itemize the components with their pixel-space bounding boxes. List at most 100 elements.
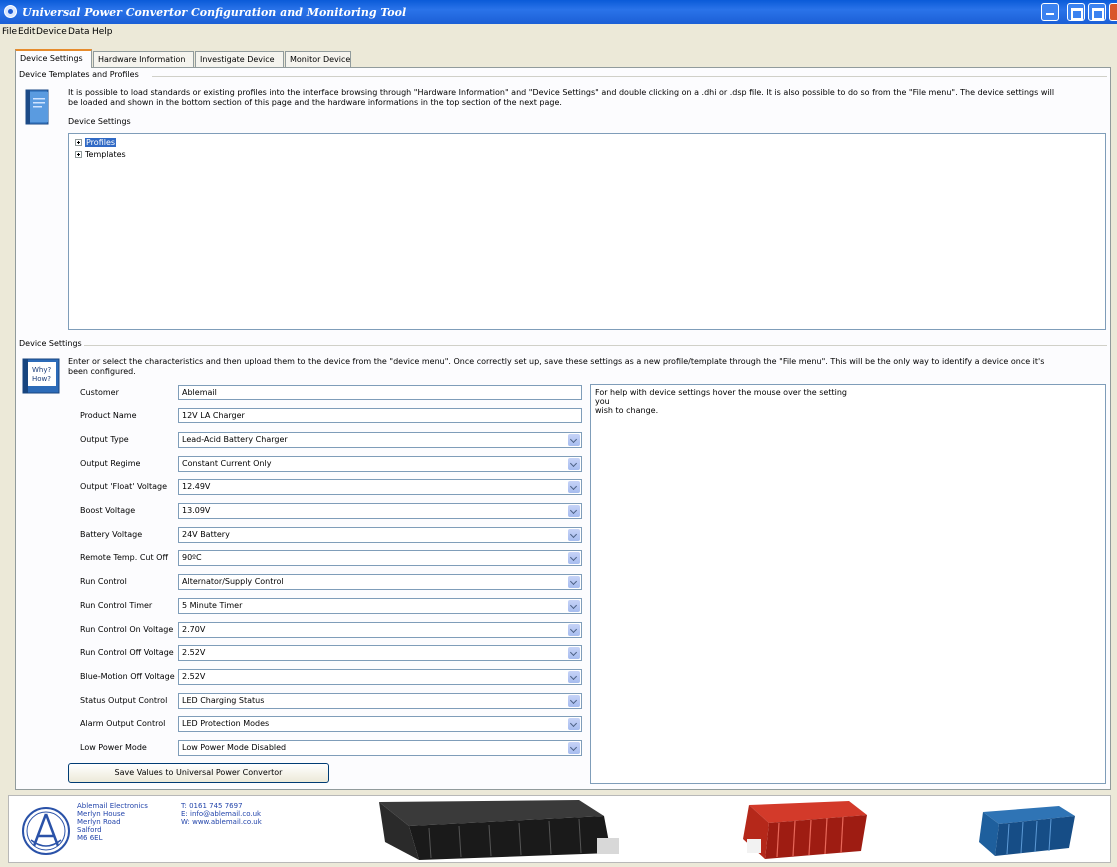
address-line: Ablemail Electronics bbox=[77, 802, 148, 810]
run-control-select[interactable]: Alternator/Supply Control bbox=[178, 574, 582, 590]
select-value: Lead-Acid Battery Charger bbox=[182, 435, 288, 444]
run-control-on-voltage-label: Run Control On Voltage bbox=[80, 625, 174, 634]
chevron-down-icon[interactable] bbox=[568, 458, 580, 470]
blue-converter-image bbox=[979, 806, 1075, 856]
svg-text:Why?: Why? bbox=[32, 366, 52, 374]
address-line: Merlyn Road bbox=[77, 818, 121, 826]
battery-voltage-select[interactable]: 24V Battery bbox=[178, 527, 582, 543]
templates-section-heading: Device Templates and Profiles bbox=[19, 70, 139, 79]
product-name-field[interactable]: 12V LA Charger bbox=[178, 408, 582, 423]
menu-edit[interactable]: Edit bbox=[18, 27, 35, 37]
book-icon bbox=[25, 89, 49, 125]
select-value: 2.52V bbox=[182, 648, 206, 657]
chevron-down-icon[interactable] bbox=[568, 434, 580, 446]
address-line: Merlyn House bbox=[77, 810, 125, 818]
alarm-output-control-select[interactable]: LED Protection Modes bbox=[178, 716, 582, 732]
phone-text: T: 0161 745 7697 bbox=[181, 802, 243, 810]
red-converter-image bbox=[743, 801, 867, 859]
close-button[interactable] bbox=[1109, 3, 1117, 21]
select-value: LED Protection Modes bbox=[182, 719, 270, 728]
blue-motion-off-voltage-select[interactable]: 2.52V bbox=[178, 669, 582, 685]
app-icon bbox=[4, 5, 17, 18]
tree-node-templates[interactable]: Templates bbox=[75, 150, 126, 159]
maximize-button[interactable] bbox=[1088, 3, 1106, 21]
company-address: Ablemail Electronics Merlyn House Merlyn… bbox=[77, 802, 148, 842]
select-value: 13.09V bbox=[182, 506, 211, 515]
chevron-down-icon[interactable] bbox=[568, 529, 580, 541]
tab-device-settings[interactable]: Device Settings bbox=[15, 49, 92, 68]
minimize-button[interactable] bbox=[1041, 3, 1059, 21]
run-control-timer-select[interactable]: 5 Minute Timer bbox=[178, 598, 582, 614]
select-value: Alternator/Supply Control bbox=[182, 577, 284, 586]
templates-description-line2: be loaded and shown in the bottom sectio… bbox=[68, 98, 562, 107]
chevron-down-icon[interactable] bbox=[568, 671, 580, 683]
select-value: 90ºC bbox=[182, 553, 202, 562]
run-control-off-voltage-select[interactable]: 2.52V bbox=[178, 645, 582, 661]
select-value: Constant Current Only bbox=[182, 459, 272, 468]
menu-device[interactable]: Device bbox=[36, 27, 67, 37]
chevron-down-icon[interactable] bbox=[568, 718, 580, 730]
help-book-icon: Why? How? bbox=[22, 358, 60, 394]
tab-monitor-device[interactable]: Monitor Device bbox=[285, 51, 351, 67]
alarm-output-control-label: Alarm Output Control bbox=[80, 719, 166, 728]
remote-temp-cutoff-select[interactable]: 90ºC bbox=[178, 550, 582, 566]
chevron-down-icon[interactable] bbox=[568, 600, 580, 612]
chevron-down-icon[interactable] bbox=[568, 695, 580, 707]
boost-voltage-select[interactable]: 13.09V bbox=[178, 503, 582, 519]
select-value: Low Power Mode Disabled bbox=[182, 743, 287, 752]
website-text: W: www.ablemail.co.uk bbox=[181, 818, 262, 826]
settings-description-line2: been configured. bbox=[68, 367, 136, 376]
divider bbox=[84, 345, 1107, 346]
menu-bar: File Edit Device Data Help bbox=[0, 24, 1117, 40]
output-type-label: Output Type bbox=[80, 435, 129, 444]
tree-node-label: Profiles bbox=[85, 138, 117, 147]
company-contact: T: 0161 745 7697 E: info@ablemail.co.uk … bbox=[181, 802, 262, 826]
select-value: LED Charging Status bbox=[182, 696, 265, 705]
chevron-down-icon[interactable] bbox=[568, 505, 580, 517]
tab-investigate-device[interactable]: Investigate Device bbox=[195, 51, 284, 67]
output-float-voltage-select[interactable]: 12.49V bbox=[178, 479, 582, 495]
chevron-down-icon[interactable] bbox=[568, 624, 580, 636]
expand-icon[interactable] bbox=[75, 151, 82, 158]
menu-data[interactable]: Data bbox=[68, 27, 90, 37]
run-control-off-voltage-label: Run Control Off Voltage bbox=[80, 648, 174, 657]
restore-button[interactable] bbox=[1067, 3, 1085, 21]
output-regime-select[interactable]: Constant Current Only bbox=[178, 456, 582, 472]
blue-motion-off-voltage-label: Blue-Motion Off Voltage bbox=[80, 672, 175, 681]
status-output-control-label: Status Output Control bbox=[80, 696, 168, 705]
customer-label: Customer bbox=[80, 388, 119, 397]
menu-file[interactable]: File bbox=[2, 27, 17, 37]
tree-node-profiles[interactable]: Profiles bbox=[75, 138, 117, 147]
output-type-select[interactable]: Lead-Acid Battery Charger bbox=[178, 432, 582, 448]
low-power-mode-select[interactable]: Low Power Mode Disabled bbox=[178, 740, 582, 756]
status-output-control-select[interactable]: LED Charging Status bbox=[178, 693, 582, 709]
output-float-voltage-label: Output 'Float' Voltage bbox=[80, 482, 168, 491]
profiles-tree[interactable]: Profiles Templates bbox=[68, 133, 1106, 330]
save-to-device-button[interactable]: Save Values to Universal Power Convertor bbox=[68, 763, 329, 783]
chevron-down-icon[interactable] bbox=[568, 576, 580, 588]
chevron-down-icon[interactable] bbox=[568, 742, 580, 754]
output-regime-label: Output Regime bbox=[80, 459, 141, 468]
select-value: 12.49V bbox=[182, 482, 211, 491]
chevron-down-icon[interactable] bbox=[568, 481, 580, 493]
tab-hardware-information[interactable]: Hardware Information bbox=[93, 51, 194, 67]
settings-section-heading: Device Settings bbox=[19, 339, 82, 348]
product-name-label: Product Name bbox=[80, 411, 137, 420]
window-title: Universal Power Convertor Configuration … bbox=[22, 6, 407, 19]
chevron-down-icon[interactable] bbox=[568, 552, 580, 564]
select-value: 2.70V bbox=[182, 625, 206, 634]
menu-help[interactable]: Help bbox=[92, 27, 113, 37]
email-text: E: info@ablemail.co.uk bbox=[181, 810, 262, 818]
run-control-on-voltage-select[interactable]: 2.70V bbox=[178, 622, 582, 638]
help-text-area[interactable]: For help with device settings hover the … bbox=[590, 384, 1106, 784]
help-text-line: you bbox=[595, 397, 610, 406]
address-line: M6 6EL bbox=[77, 834, 103, 842]
company-logo bbox=[22, 807, 70, 855]
chevron-down-icon[interactable] bbox=[568, 647, 580, 659]
run-control-timer-label: Run Control Timer bbox=[80, 601, 153, 610]
expand-icon[interactable] bbox=[75, 139, 82, 146]
svg-text:How?: How? bbox=[32, 375, 51, 383]
address-line: Salford bbox=[77, 826, 102, 834]
customer-field[interactable]: Ablemail bbox=[178, 385, 582, 400]
templates-description-line1: It is possible to load standards or exis… bbox=[68, 88, 1055, 97]
